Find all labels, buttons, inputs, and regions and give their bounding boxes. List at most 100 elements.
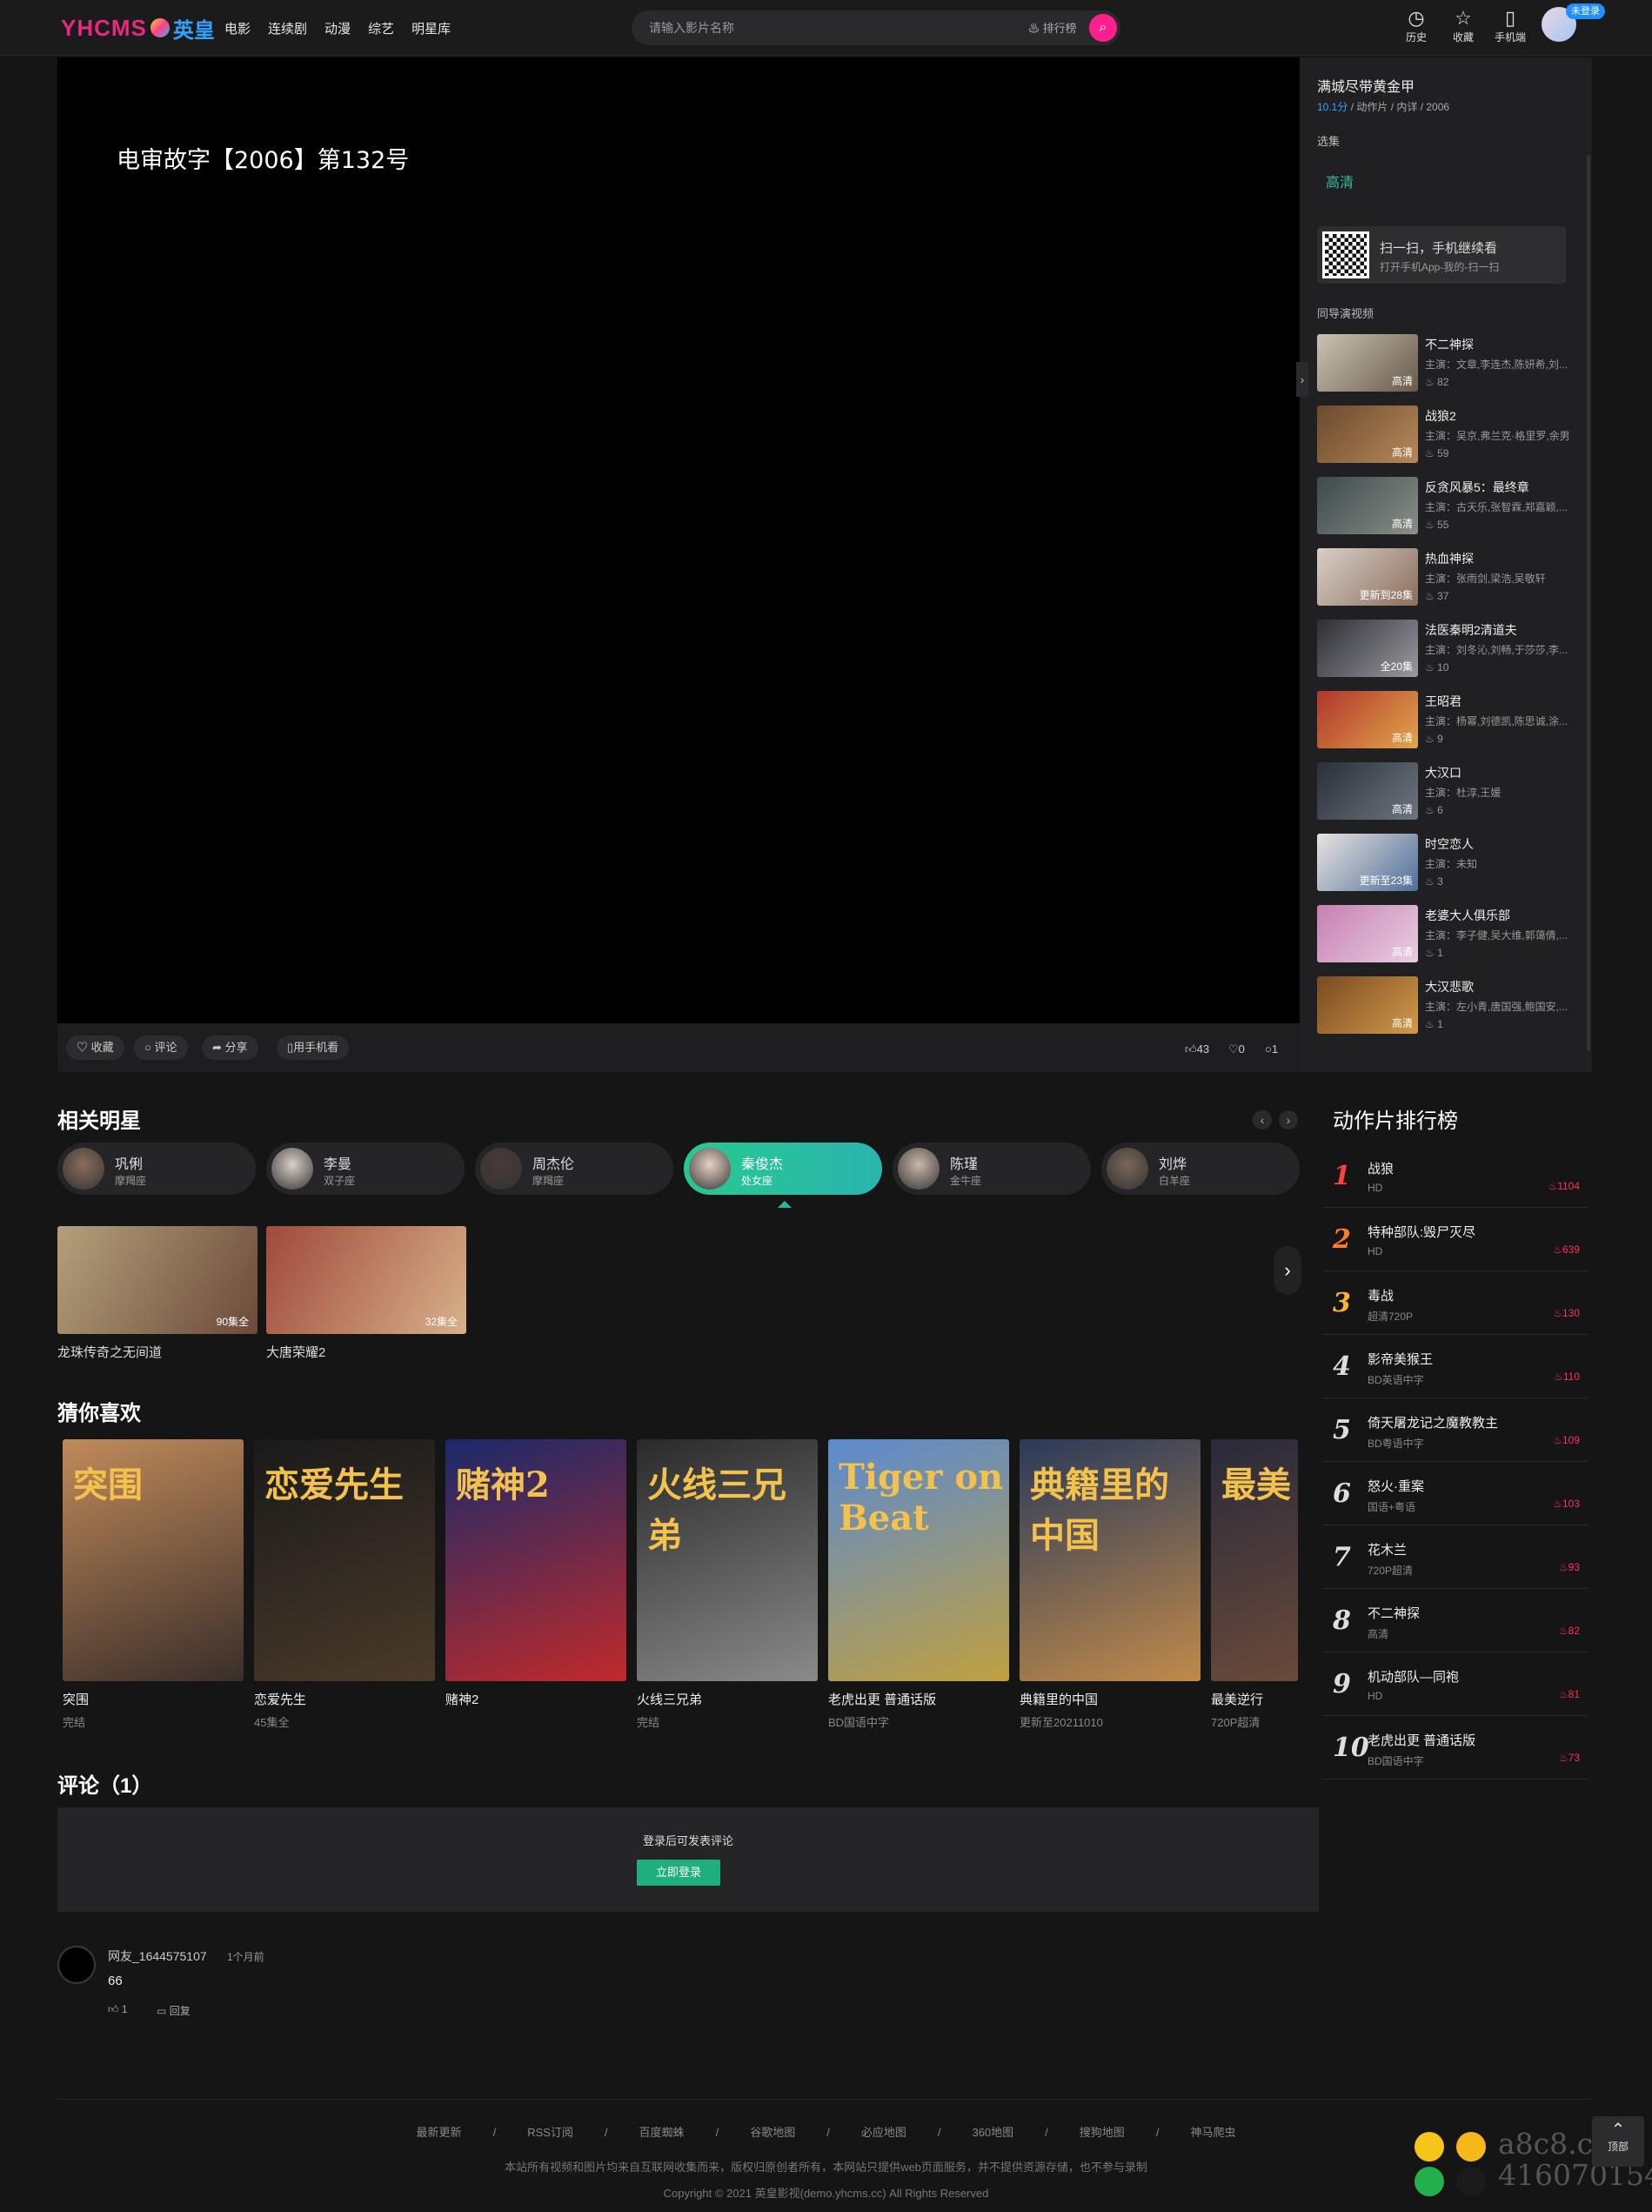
episode-item[interactable]: 高清 <box>1326 171 1354 191</box>
rank-title[interactable]: 老虎出更 普通话版 <box>1368 1731 1475 1749</box>
guess-item[interactable]: 火线三兄弟 火线三兄弟 完结 <box>637 1439 818 1730</box>
video-title[interactable]: 法医秦明2清道夫 <box>1425 621 1517 639</box>
comment-reply-button[interactable]: ▭ 回复 <box>157 2003 191 2018</box>
guess-poster[interactable]: 赌神2 <box>445 1439 626 1681</box>
guess-item[interactable]: 突围 突围 完结 <box>63 1439 244 1730</box>
related-video-item[interactable]: 更新至23集 时空恋人 主演：未知 ♨ 3 <box>1317 834 1578 891</box>
video-title[interactable]: 战狼2 <box>1425 407 1456 425</box>
app-float-icon[interactable] <box>1415 2132 1444 2162</box>
related-video-item[interactable]: 全20集 法医秦明2清道夫 主演：刘冬沁,刘畅,于莎莎,李... ♨ 10 <box>1317 620 1578 677</box>
work-thumbnail[interactable]: 32集全 <box>266 1226 466 1334</box>
guess-title[interactable]: 典籍里的中国 <box>1020 1690 1201 1708</box>
mobile-watch-button[interactable]: ▯用手机看 <box>277 1036 350 1060</box>
video-thumbnail[interactable]: 更新至23集 <box>1317 834 1418 891</box>
guess-poster[interactable]: 恋爱先生 <box>254 1439 435 1681</box>
rank-title[interactable]: 机动部队—同袍 <box>1368 1667 1459 1686</box>
search-button[interactable]: ⌕ <box>1089 14 1117 42</box>
guess-item[interactable]: Tiger on Beat 老虎出更 普通话版 BD国语中字 <box>828 1439 1009 1730</box>
comment-count[interactable]: ○1 <box>1265 1042 1278 1056</box>
stars-next-button[interactable]: › <box>1279 1110 1298 1129</box>
rank-item[interactable]: 2 特种部队:毁尸灭尽 HD ♨639 <box>1322 1209 1588 1271</box>
video-thumbnail[interactable]: 高清 <box>1317 905 1418 962</box>
guess-poster[interactable]: 最美 <box>1211 1439 1298 1681</box>
work-card[interactable]: 32集全大唐荣耀2 <box>266 1226 466 1361</box>
footer-link[interactable]: 最新更新 <box>417 2126 462 2139</box>
rank-item[interactable]: 10 老虎出更 普通话版 BD国语中字 ♨73 <box>1322 1717 1588 1780</box>
footer-link[interactable]: 360地图 <box>972 2126 1013 2139</box>
guess-title[interactable]: 赌神2 <box>445 1690 626 1708</box>
video-title[interactable]: 热血神探 <box>1425 550 1474 567</box>
star-item[interactable]: 李曼 双子座 <box>266 1143 465 1195</box>
video-title[interactable]: 老婆大人俱乐部 <box>1425 907 1510 924</box>
nav-item-series[interactable]: 连续剧 <box>268 19 307 37</box>
star-item[interactable]: 秦俊杰 处女座 <box>684 1143 882 1195</box>
video-thumbnail[interactable]: 高清 <box>1317 406 1418 463</box>
video-title[interactable]: 王昭君 <box>1425 693 1461 710</box>
guess-item[interactable]: 恋爱先生 恋爱先生 45集全 <box>254 1439 435 1730</box>
video-title[interactable]: 不二神探 <box>1425 336 1474 353</box>
rank-link[interactable]: ♨ 排行榜 <box>1028 19 1077 36</box>
video-title[interactable]: 反贪风暴5：最终章 <box>1425 479 1529 496</box>
rank-item[interactable]: 7 花木兰 720P超清 ♨93 <box>1322 1526 1588 1589</box>
guess-poster[interactable]: 突围 <box>63 1439 244 1681</box>
work-title[interactable]: 龙珠传奇之无间道 <box>57 1343 257 1361</box>
work-title[interactable]: 大唐荣耀2 <box>266 1343 466 1361</box>
rank-title[interactable]: 花木兰 <box>1368 1540 1407 1558</box>
nav-item-anime[interactable]: 动漫 <box>324 19 351 37</box>
rank-item[interactable]: 4 影帝美猴王 BD英语中字 ♨110 <box>1322 1336 1588 1398</box>
search-input[interactable] <box>649 19 980 37</box>
nav-item-variety[interactable]: 综艺 <box>368 19 394 37</box>
rank-title[interactable]: 特种部队:毁尸灭尽 <box>1368 1223 1475 1241</box>
work-thumbnail[interactable]: 90集全 <box>57 1226 257 1334</box>
rank-item[interactable]: 9 机动部队—同袍 HD ♨81 <box>1322 1653 1588 1716</box>
history-button[interactable]: ◷ 历史 <box>1399 7 1434 44</box>
side-scrollbar[interactable] <box>1587 155 1590 1051</box>
footer-link[interactable]: RSS订阅 <box>527 2126 573 2139</box>
video-thumbnail[interactable]: 高清 <box>1317 691 1418 748</box>
share-action-button[interactable]: ➦ 分享 <box>202 1036 258 1060</box>
guess-poster[interactable]: 典籍里的中国 <box>1020 1439 1201 1681</box>
guess-title[interactable]: 恋爱先生 <box>254 1690 435 1708</box>
collapse-arrow-icon[interactable]: › <box>1296 362 1308 397</box>
comment-user[interactable]: 网友_1644575107 <box>108 1947 207 1965</box>
star-item[interactable]: 刘烨 白羊座 <box>1101 1143 1300 1195</box>
related-video-item[interactable]: 高清 大汉悲歌 主演：左小青,唐国强,鲍国安,... ♨ 1 <box>1317 976 1578 1034</box>
qq-penguin-icon[interactable] <box>1456 2167 1486 2196</box>
video-title[interactable]: 时空恋人 <box>1425 835 1474 853</box>
favorite-button[interactable]: ☆ 收藏 <box>1446 7 1481 44</box>
guess-item[interactable]: 典籍里的中国 典籍里的中国 更新至20211010 <box>1020 1439 1201 1730</box>
qq-float-icon[interactable] <box>1456 2132 1486 2162</box>
back-to-top-button[interactable]: ⌃ 顶部 <box>1592 2116 1644 2167</box>
video-title[interactable]: 大汉口 <box>1425 764 1461 781</box>
favorite-action-button[interactable]: ♡ 收藏 <box>66 1036 124 1060</box>
footer-link[interactable]: 谷歌地图 <box>750 2126 795 2139</box>
mobile-button[interactable]: ▯ 手机端 <box>1493 7 1528 44</box>
guess-title[interactable]: 最美逆行 <box>1211 1690 1298 1708</box>
guess-item[interactable]: 赌神2 赌神2 <box>445 1439 626 1713</box>
footer-link[interactable]: 神马爬虫 <box>1190 2126 1235 2139</box>
star-item[interactable]: 巩俐 摩羯座 <box>57 1143 256 1195</box>
rank-title[interactable]: 战狼 <box>1368 1159 1394 1177</box>
rank-item[interactable]: 6 怒火·重案 国语+粤语 ♨103 <box>1322 1463 1588 1525</box>
rank-item[interactable]: 3 毒战 超清720P ♨130 <box>1322 1272 1588 1335</box>
comment-like-button[interactable]: 👍︎ 1 <box>108 2003 128 2016</box>
rank-title[interactable]: 不二神探 <box>1368 1604 1420 1622</box>
comment-action-button[interactable]: ○ 评论 <box>134 1036 188 1060</box>
video-thumbnail[interactable]: 高清 <box>1317 762 1418 820</box>
site-logo[interactable]: YHCMS 英皇 <box>61 12 215 44</box>
like-count[interactable]: 👍︎43 <box>1185 1042 1209 1056</box>
video-thumbnail[interactable]: 更新到28集 <box>1317 548 1418 606</box>
rank-title[interactable]: 影帝美猴王 <box>1368 1350 1433 1368</box>
related-video-item[interactable]: 高清 大汉口 主演：杜淳,王媛 ♨ 6 <box>1317 762 1578 820</box>
video-thumbnail[interactable]: 全20集 <box>1317 620 1418 677</box>
related-video-item[interactable]: 高清 王昭君 主演：杨幂,刘德凯,陈思诚,涂... ♨ 9 <box>1317 691 1578 748</box>
guess-poster[interactable]: 火线三兄弟 <box>637 1439 818 1681</box>
star-item[interactable]: 周杰伦 摩羯座 <box>475 1143 673 1195</box>
related-video-item[interactable]: 高清 战狼2 主演：吴京,弗兰克·格里罗,余男 ♨ 59 <box>1317 406 1578 463</box>
star-item[interactable]: 陈瑾 金牛座 <box>893 1143 1091 1195</box>
rank-item[interactable]: 1 战狼 HD ♨1104 <box>1322 1145 1588 1208</box>
guess-poster[interactable]: Tiger on Beat <box>828 1439 1009 1681</box>
guess-title[interactable]: 火线三兄弟 <box>637 1690 818 1708</box>
rank-title[interactable]: 倚天屠龙记之魔教教主 <box>1368 1413 1498 1431</box>
video-player[interactable]: 电审故字【2006】第132号 <box>57 57 1300 1023</box>
